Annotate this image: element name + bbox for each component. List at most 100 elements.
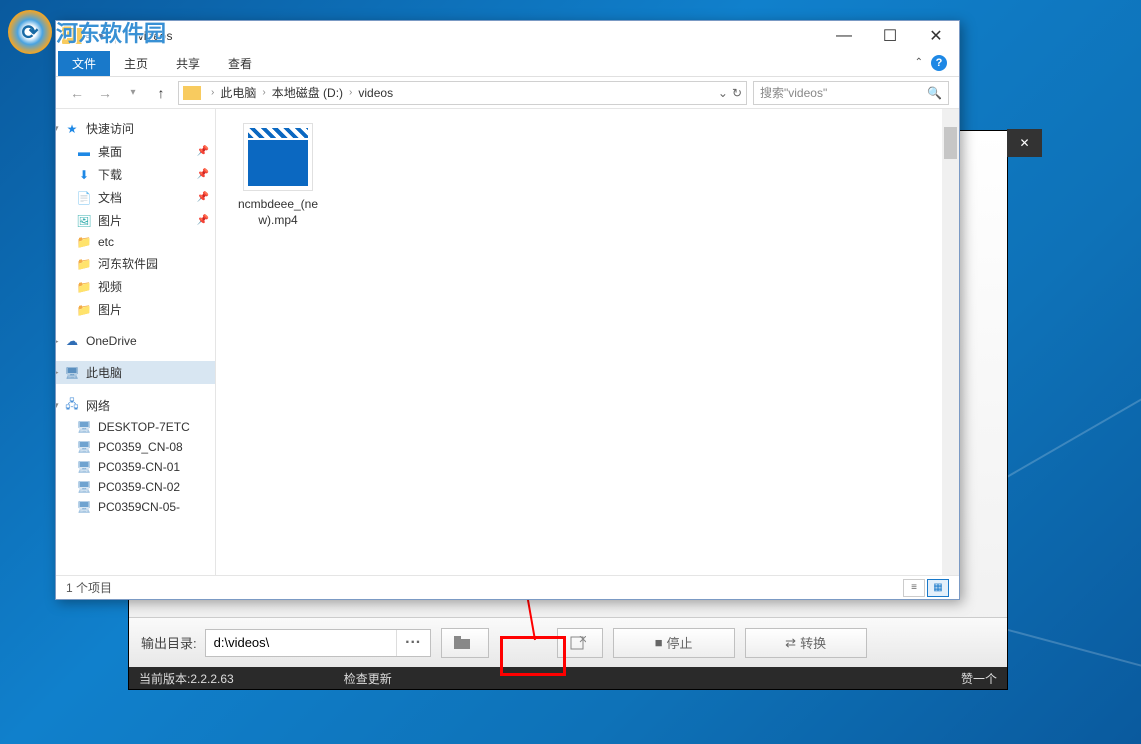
crumb-drive[interactable]: 本地磁盘 (D:) <box>270 84 345 101</box>
like-link[interactable]: 赞一个 <box>961 670 997 687</box>
sidebar-netpc-2[interactable]: 🖥PC0359-CN-01 <box>56 457 215 477</box>
item-count: 1 个项目 <box>66 579 112 596</box>
search-icon: 🔍 <box>927 86 942 100</box>
sidebar-label: 快速访问 <box>86 120 134 137</box>
site-brand: 河东软件园 <box>56 16 166 48</box>
address-bar[interactable]: › 此电脑 › 本地磁盘 (D:) › videos ⌄ ↻ <box>178 81 747 105</box>
pin-icon: 📌 <box>197 169 209 180</box>
app-version: 当前版本:2.2.2.63 <box>139 670 234 687</box>
network-icon: 🖧 <box>64 399 80 413</box>
folder-icon: 📁 <box>76 303 92 317</box>
chevron-right-icon: ▸ <box>56 336 59 347</box>
status-bar: 1 个项目 ≡ ▦ <box>56 575 959 599</box>
sidebar-item-pictures2[interactable]: 📁图片 <box>56 298 215 321</box>
download-icon: ⬇ <box>76 168 92 182</box>
nav-forward-button[interactable]: → <box>94 82 116 104</box>
minimize-button[interactable]: — <box>821 21 867 51</box>
file-item[interactable]: ncmbdeee_(new).mp4 <box>230 123 326 228</box>
pin-icon: 📌 <box>197 215 209 226</box>
view-icons-button[interactable]: ▦ <box>927 579 949 597</box>
output-dir-input[interactable] <box>206 630 396 656</box>
help-icon[interactable]: ? <box>931 55 947 71</box>
pin-icon: 📌 <box>197 192 209 203</box>
folder-icon: 📁 <box>76 257 92 271</box>
convert-icon: ⇄ <box>785 635 796 651</box>
collapse-ribbon-icon[interactable]: ⌃ <box>915 57 923 68</box>
sidebar-quick-access[interactable]: ▾ ★ 快速访问 <box>56 117 215 140</box>
monitor-icon: 🖥 <box>76 420 92 434</box>
monitor-icon: 🖥 <box>76 500 92 514</box>
convert-label: 转换 <box>800 633 826 652</box>
crumb-thispc[interactable]: 此电脑 <box>218 84 258 101</box>
pictures-icon: 🖼 <box>76 214 92 228</box>
star-icon: ★ <box>64 122 80 136</box>
nav-up-button[interactable]: ↑ <box>150 82 172 104</box>
crumb-sep: › <box>345 87 356 98</box>
browse-button[interactable]: ··· <box>396 630 430 656</box>
monitor-icon: 🖥 <box>76 440 92 454</box>
crumb-sep: › <box>207 87 218 98</box>
sidebar-network[interactable]: ▾🖧网络 <box>56 394 215 417</box>
crumb-folder[interactable]: videos <box>356 86 395 100</box>
sidebar-item-downloads[interactable]: ⬇下载📌 <box>56 163 215 186</box>
sidebar-netpc-3[interactable]: 🖥PC0359-CN-02 <box>56 477 215 497</box>
tab-share[interactable]: 共享 <box>162 51 214 76</box>
sidebar-onedrive[interactable]: ▸☁OneDrive <box>56 331 215 351</box>
stop-label: 停止 <box>667 633 693 652</box>
nav-recent-button[interactable]: ▾ <box>122 82 144 104</box>
search-placeholder: 搜索"videos" <box>760 84 827 101</box>
maximize-button[interactable]: ☐ <box>867 21 913 51</box>
app-close-button[interactable]: ✕ <box>1007 129 1042 157</box>
app-status-bar: 当前版本:2.2.2.63 检查更新 赞一个 <box>129 667 1007 689</box>
video-file-icon <box>243 123 313 191</box>
file-list-pane[interactable]: ncmbdeee_(new).mp4 <box>216 109 959 575</box>
tab-view[interactable]: 查看 <box>214 51 266 76</box>
stop-icon: ■ <box>655 635 663 650</box>
scrollbar[interactable] <box>942 109 959 575</box>
output-dir-label: 输出目录: <box>141 633 197 652</box>
view-details-button[interactable]: ≡ <box>903 579 925 597</box>
clear-button[interactable] <box>557 628 603 658</box>
output-dir-field-group: ··· <box>205 629 431 657</box>
chevron-down-icon: ▾ <box>56 123 59 134</box>
pin-icon: 📌 <box>197 146 209 157</box>
folder-icon: 📁 <box>76 280 92 294</box>
app-bottom-bar: 输出目录: ··· ■ 停止 ⇄ 转换 <box>129 617 1007 667</box>
file-explorer-window: ▫ ▾ │ videos — ☐ ✕ 文件 主页 共享 查看 ⌃ ? ← → ▾… <box>55 20 960 600</box>
open-folder-button[interactable] <box>441 628 489 658</box>
tab-home[interactable]: 主页 <box>110 51 162 76</box>
sidebar-netpc-0[interactable]: 🖥DESKTOP-7ETC <box>56 417 215 437</box>
navigation-bar: ← → ▾ ↑ › 此电脑 › 本地磁盘 (D:) › videos ⌄ ↻ 搜… <box>56 77 959 109</box>
nav-back-button[interactable]: ← <box>66 82 88 104</box>
sidebar-item-documents[interactable]: 📄文档📌 <box>56 186 215 209</box>
stop-button[interactable]: ■ 停止 <box>613 628 735 658</box>
chevron-right-icon: ▸ <box>56 367 59 378</box>
navigation-pane: ▾ ★ 快速访问 ▬桌面📌 ⬇下载📌 📄文档📌 🖼图片📌 📁etc 📁河东软件园… <box>56 109 216 575</box>
watermark: ⟳ 河东软件园 <box>8 10 166 54</box>
sidebar-item-hedong[interactable]: 📁河东软件园 <box>56 252 215 275</box>
monitor-icon: 🖥 <box>76 480 92 494</box>
convert-button[interactable]: ⇄ 转换 <box>745 628 867 658</box>
sidebar-item-pictures[interactable]: 🖼图片📌 <box>56 209 215 232</box>
file-name: ncmbdeee_(new).mp4 <box>230 197 326 228</box>
sidebar-this-pc[interactable]: ▸🖥此电脑 <box>56 361 215 384</box>
pc-icon: 🖥 <box>64 366 80 380</box>
sidebar-netpc-4[interactable]: 🖥PC0359CN-05- <box>56 497 215 517</box>
address-dropdown-icon[interactable]: ⌄ <box>718 86 728 100</box>
sidebar-netpc-1[interactable]: 🖥PC0359_CN-08 <box>56 437 215 457</box>
sidebar-item-etc[interactable]: 📁etc <box>56 232 215 252</box>
search-box[interactable]: 搜索"videos" 🔍 <box>753 81 949 105</box>
sidebar-item-desktop[interactable]: ▬桌面📌 <box>56 140 215 163</box>
cloud-icon: ☁ <box>64 334 80 348</box>
check-update-link[interactable]: 检查更新 <box>344 670 392 687</box>
title-bar: ▫ ▾ │ videos — ☐ ✕ <box>56 21 959 51</box>
chevron-down-icon: ▾ <box>56 400 59 411</box>
tab-file[interactable]: 文件 <box>58 51 110 76</box>
desktop-icon: ▬ <box>76 145 92 159</box>
sidebar-item-video[interactable]: 📁视频 <box>56 275 215 298</box>
document-icon: 📄 <box>76 191 92 205</box>
close-button[interactable]: ✕ <box>913 21 959 51</box>
ribbon-tabs: 文件 主页 共享 查看 ⌃ ? <box>56 51 959 77</box>
address-folder-icon <box>183 86 201 100</box>
refresh-icon[interactable]: ↻ <box>732 86 742 100</box>
